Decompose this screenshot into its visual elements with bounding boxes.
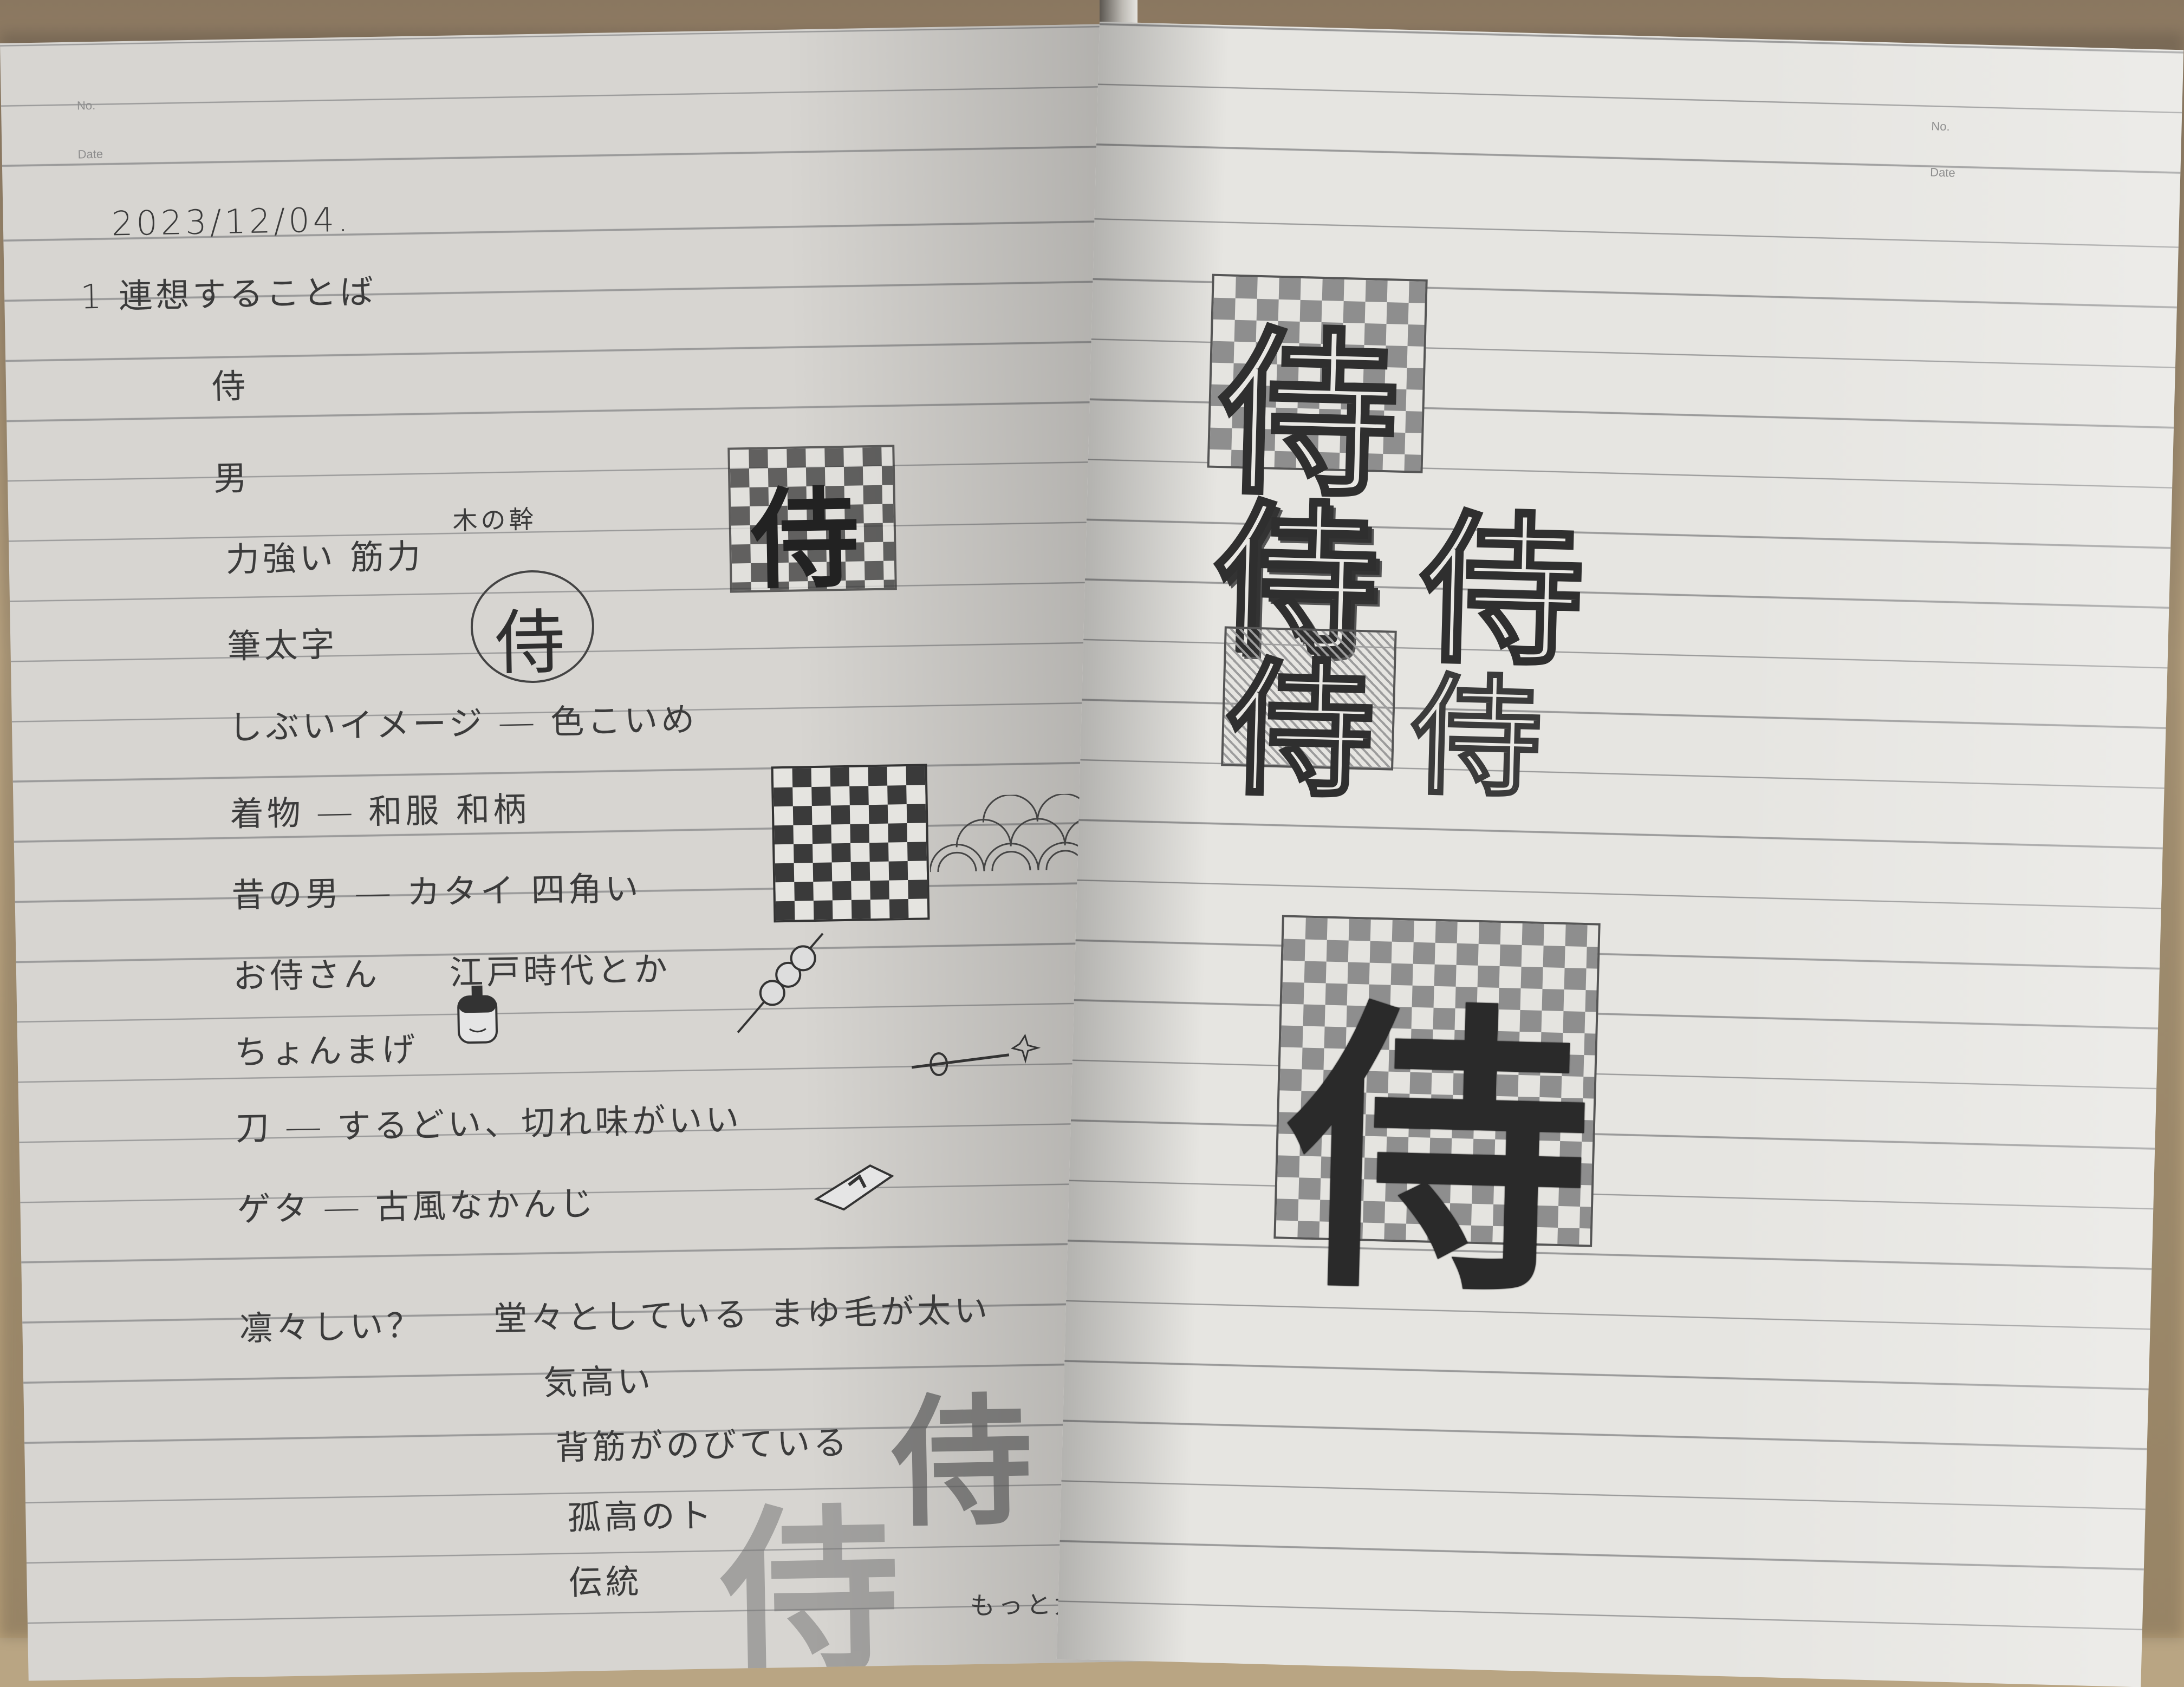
date-label: Date (77, 147, 103, 161)
circled-kanji: 侍 (494, 601, 566, 685)
note-line-5: しぶいイメージ ― 色こいめ (228, 699, 698, 747)
circled-kanji-sketch: 侍 (470, 569, 595, 685)
geta-sketch (814, 1164, 894, 1211)
note-line-3: 力強い 筋力 (225, 536, 425, 579)
annotation-wood-trunk: 木の幹 (452, 504, 537, 536)
final-design-kanji: 侍 (1282, 974, 1595, 1336)
katana-sketch (911, 1033, 1041, 1077)
note-line-2: 男 (213, 458, 251, 499)
note-line-7: 昔の男 ― カタイ 四角い (231, 868, 642, 915)
date-label-right: Date (1929, 165, 1956, 180)
notebook-right-page: No. Date 侍 侍 侍 侍 侍 侍 (1056, 22, 2184, 1687)
rin-note-6: 伝統 (568, 1561, 643, 1603)
entry-date: 2023/12/04. (111, 199, 352, 244)
rin-note-3: 気高い (543, 1361, 654, 1403)
note-line-12: 凛々しい？ (238, 1305, 424, 1349)
chonmage-face-sketch (457, 985, 498, 1044)
rin-note-1: 堂々としている (493, 1294, 751, 1339)
note-line-4: 筆太字 (226, 624, 339, 666)
section-heading: 1 連想することば (80, 271, 377, 317)
note-line-8: お侍さん (232, 954, 381, 996)
notebook-left-page: No. Date 2023/12/04. 1 連想することば 侍 男 力強い 筋… (0, 23, 1150, 1681)
rin-note-2: まゆ毛が太い (769, 1290, 991, 1334)
large-kanji-sketch-1: 侍 (718, 1488, 901, 1681)
large-kanji-sketch-2: 侍 (890, 1380, 1034, 1547)
no-label: No. (76, 98, 96, 113)
note-line-1: 侍 (211, 366, 249, 407)
outline-kanji-4: 侍 (1408, 660, 1544, 817)
rin-note-5: 孤高のト (567, 1495, 716, 1538)
no-label-right: No. (1931, 119, 1951, 134)
note-line-6: 着物 ― 和服 和柄 (230, 789, 530, 834)
checkered-box-kanji: 侍 (750, 476, 861, 604)
dango-skewer-sketch (737, 933, 824, 1033)
note-line-9: ちょんまげ (233, 1029, 419, 1072)
note-line-11: ゲタ ― 古風なかんじ (237, 1183, 597, 1229)
ichimatsu-pattern-sketch (771, 764, 930, 923)
note-line-10: 刀 ― するどい、切れ味がいい (235, 1099, 743, 1148)
outline-kanji-3: 侍 (1224, 642, 1377, 820)
